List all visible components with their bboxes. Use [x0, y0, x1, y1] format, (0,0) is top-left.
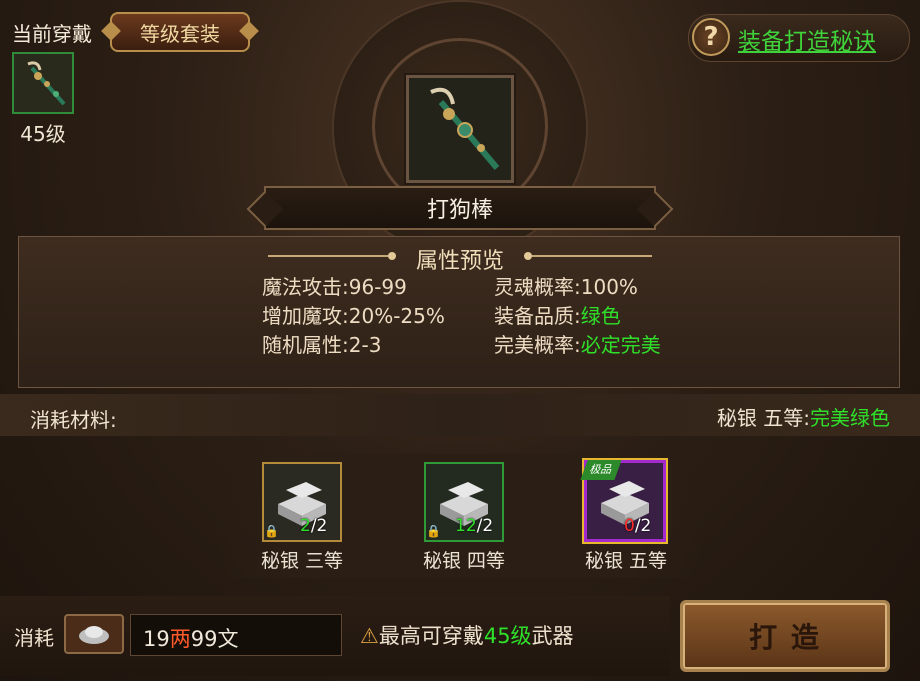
material-need: /2	[634, 516, 652, 536]
attr-value: 100%	[580, 275, 638, 299]
attr-label: 完美概率:	[494, 333, 581, 357]
money-unit-wen: 文	[217, 627, 239, 651]
money-liang: 19	[143, 627, 170, 651]
attr-label: 随机属性:	[262, 333, 349, 357]
material-count-tier4: 12/2	[455, 516, 493, 536]
attr-label: 灵魂概率:	[494, 275, 581, 299]
silver-ingot-icon	[64, 614, 124, 654]
attr-magic-attack: 魔法攻击:96-99	[262, 271, 407, 300]
attribute-preview-title: 属性预览	[415, 249, 504, 274]
money-wen: 99	[190, 627, 218, 651]
selected-material-quality: 完美绿色	[810, 406, 890, 430]
material-need: /2	[310, 516, 328, 536]
material-name-tier3: 秘银 三等	[260, 550, 344, 572]
attr-value: 必定完美	[580, 333, 661, 357]
current-level-text: 45级	[20, 122, 66, 146]
material-name-tier5: 秘银 五等	[584, 550, 668, 572]
attr-label: 装备品质:	[494, 304, 581, 328]
material-have: 2	[300, 516, 311, 536]
staff-icon	[14, 54, 72, 112]
attr-random: 随机属性:2-3	[262, 329, 381, 358]
lock-icon: 🔒	[426, 524, 441, 538]
forge-tips-link[interactable]: 装备打造秘诀	[738, 22, 876, 56]
attr-quality: 装备品质:绿色	[494, 300, 621, 329]
forge-panel: 当前穿戴 等级套装 45级 ? 装备打造秘诀 打狗棒 属性预览 魔法攻击:96-…	[0, 0, 920, 681]
material-count-tier3: 2/2	[300, 516, 327, 536]
item-name: 打狗棒	[426, 198, 493, 223]
warning-icon: ⚠	[360, 624, 379, 648]
attr-magic-bonus: 增加魔攻:20%-25%	[262, 300, 445, 329]
material-have: 12	[455, 516, 477, 536]
material-have: 0	[624, 516, 635, 536]
warn-suffix: 武器	[531, 624, 574, 648]
cost-label: 消耗	[14, 626, 54, 650]
attr-value: 96-99	[348, 275, 407, 299]
attr-perfect-rate: 完美概率:必定完美	[494, 329, 661, 358]
tier-set-button[interactable]: 等级套装	[110, 12, 250, 52]
cost-money-field: 19两99文	[130, 614, 342, 656]
attr-label: 魔法攻击:	[262, 275, 349, 299]
rare-tag: 极品	[580, 460, 622, 480]
attr-value: 绿色	[580, 304, 621, 328]
question-mark-icon[interactable]: ?	[692, 18, 730, 56]
wear-limit-notice: ⚠最高可穿戴45级武器	[360, 620, 574, 650]
money-unit-liang: 两	[169, 627, 191, 651]
attr-value: 20%-25%	[348, 304, 445, 328]
staff-icon	[409, 78, 511, 180]
material-count-tier5: 0/2	[624, 516, 651, 536]
selected-material-info: 秘银 五等:完美绿色	[560, 402, 890, 431]
attr-soul-rate: 灵魂概率:100%	[494, 271, 638, 300]
material-name-tier4: 秘银 四等	[422, 550, 506, 572]
warn-level: 45级	[483, 624, 532, 648]
attr-value: 2-3	[348, 333, 382, 357]
selected-material-name: 秘银 五等:	[716, 406, 810, 430]
item-name-bar: 打狗棒	[264, 186, 656, 230]
lock-icon: 🔒	[264, 524, 279, 538]
forge-target-slot[interactable]	[406, 75, 514, 183]
current-wear-label: 当前穿戴	[12, 22, 92, 46]
warn-prefix: 最高可穿戴	[378, 624, 484, 648]
material-need: /2	[476, 516, 494, 536]
current-equipment-slot[interactable]	[12, 52, 74, 114]
forge-button[interactable]: 打 造	[680, 600, 890, 672]
materials-label: 消耗材料:	[30, 408, 117, 432]
attr-label: 增加魔攻:	[262, 304, 349, 328]
